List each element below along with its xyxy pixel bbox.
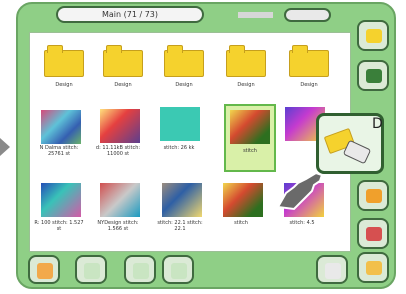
folder-label: Design <box>300 82 318 88</box>
folder-icon <box>164 45 204 77</box>
design-thumb[interactable] <box>100 109 140 143</box>
bottom-button-home[interactable] <box>28 255 60 284</box>
other-icon <box>366 261 382 275</box>
side-button-usb[interactable] <box>357 60 389 91</box>
side-button-transfer[interactable] <box>357 218 389 249</box>
design-thumb[interactable] <box>162 183 202 217</box>
folder-label: Design <box>237 82 255 88</box>
bottom-button-next[interactable] <box>162 255 194 284</box>
folder-label: Design <box>175 82 193 88</box>
folder-icon <box>226 45 266 77</box>
side-button-other[interactable] <box>357 252 389 283</box>
home-icon <box>37 263 53 279</box>
ok-icon <box>366 29 382 43</box>
design-label: NYDesign stitch: 1.566 st <box>97 220 139 232</box>
design-thumb[interactable] <box>100 183 140 217</box>
zoom-letter: D <box>372 116 383 132</box>
bottom-button-pointer[interactable] <box>316 255 348 284</box>
design-thumb <box>230 110 270 144</box>
stitch-icon <box>366 189 382 203</box>
sewing-icon <box>84 263 100 279</box>
hand-pointer-icon <box>276 171 324 211</box>
design-label: R: 100 stitch: 1.527 st <box>34 220 84 232</box>
side-button-stitch[interactable] <box>357 180 389 211</box>
folder-icon <box>103 45 143 77</box>
folder-icon <box>44 45 84 77</box>
design-thumb[interactable] <box>160 107 200 141</box>
usb-icon <box>366 69 382 83</box>
bottom-button-sewing[interactable] <box>75 255 107 284</box>
selected-design[interactable]: stitch <box>224 104 276 172</box>
header-title: Main (71 / 73) <box>56 6 204 23</box>
transfer-icon <box>366 227 382 241</box>
design-thumb[interactable] <box>41 110 81 144</box>
side-button-ok[interactable] <box>357 20 389 51</box>
design-label: stitch: 22.1 stitch: 22.1 <box>157 220 203 232</box>
folder-label: Design <box>114 82 132 88</box>
next-icon <box>171 263 187 279</box>
design-label: stitch: 26 kk <box>163 145 195 151</box>
header-pill <box>284 8 331 22</box>
bottom-button-prev[interactable] <box>124 255 156 284</box>
design-label: stitch <box>234 220 248 226</box>
zoom-icon-2 <box>342 139 372 165</box>
design-label: N Dalma stitch: 25761 st <box>39 145 79 157</box>
left-pointer-arrow <box>0 138 10 156</box>
design-thumb[interactable] <box>41 183 81 217</box>
design-label: stitch <box>243 148 257 154</box>
design-label: d: 11.11kB stitch: 11000 st <box>95 145 141 157</box>
folder-label: Design <box>55 82 73 88</box>
folder-icon <box>289 45 329 77</box>
pointer-icon <box>325 263 341 279</box>
design-thumb[interactable] <box>223 183 263 217</box>
design-label: stitch: 4.5 <box>289 220 315 226</box>
prev-icon <box>133 263 149 279</box>
header-small-indicator <box>238 12 273 18</box>
